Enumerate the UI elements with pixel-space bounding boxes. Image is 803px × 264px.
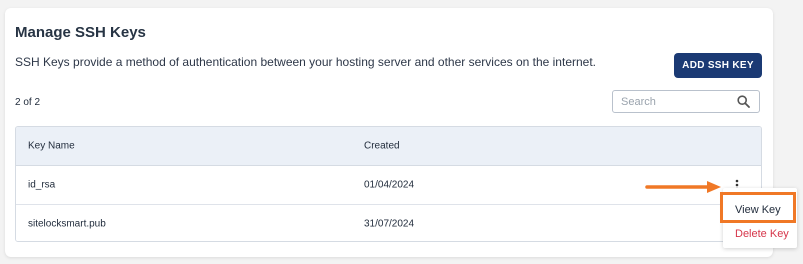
search-box xyxy=(612,90,760,113)
delete-key-menu-item[interactable]: Delete Key xyxy=(735,228,789,240)
search-input[interactable] xyxy=(613,94,735,109)
table-header: Key Name Created xyxy=(16,127,761,166)
result-count: 2 of 2 xyxy=(15,97,41,108)
table-row: sitelocksmart.pub 31/07/2024 xyxy=(16,205,761,241)
add-ssh-key-button[interactable]: ADD SSH KEY xyxy=(674,53,762,78)
column-header-created[interactable]: Created xyxy=(364,141,400,152)
view-key-menu-item[interactable]: View Key xyxy=(735,204,781,216)
column-header-key-name[interactable]: Key Name xyxy=(28,141,75,152)
page-title: Manage SSH Keys xyxy=(15,24,146,41)
search-icon[interactable] xyxy=(735,94,751,110)
arrow-right-icon xyxy=(645,181,721,193)
created-cell: 01/04/2024 xyxy=(364,179,415,191)
created-cell: 31/07/2024 xyxy=(364,218,415,230)
key-name-cell: sitelocksmart.pub xyxy=(28,218,106,230)
key-name-cell: id_rsa xyxy=(28,179,56,191)
page-description: SSH Keys provide a method of authenticat… xyxy=(15,55,597,69)
ssh-keys-card: Manage SSH Keys SSH Keys provide a metho… xyxy=(5,8,773,257)
